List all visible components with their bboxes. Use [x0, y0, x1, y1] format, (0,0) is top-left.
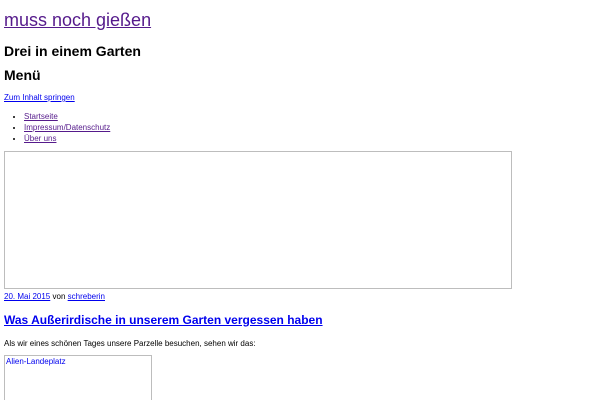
post-excerpt: Als wir eines schönen Tages unsere Parze… [4, 339, 256, 348]
header-image [4, 151, 512, 289]
author-link[interactable]: schreberin [68, 292, 105, 301]
menu-toggle[interactable]: Menü [4, 66, 41, 84]
site-title-link[interactable]: muss noch gießen [4, 10, 151, 30]
nav-link-impressum[interactable]: Impressum/Datenschutz [24, 123, 110, 132]
page: muss noch gießen Drei in einem Garten Me… [0, 0, 600, 400]
skip-to-content-link[interactable]: Zum Inhalt springen [4, 92, 75, 104]
entry-meta: 20. Mai 2015 von schreberin [4, 291, 105, 303]
post-title: Was Außerirdische in unserem Garten verg… [4, 311, 323, 329]
nav-menu: Startseite Impressum/Datenschutz Über un… [12, 111, 110, 144]
post-image-alt-text: Alien-Landeplatz [6, 357, 66, 366]
site-description: Drei in einem Garten [4, 43, 141, 59]
byline-label: von [52, 292, 66, 301]
nav-link-startseite[interactable]: Startseite [24, 112, 58, 121]
post-title-link[interactable]: Was Außerirdische in unserem Garten verg… [4, 313, 323, 327]
nav-item-ueber-uns: Über uns [24, 133, 110, 144]
site-title: muss noch gießen [4, 9, 151, 31]
post-image[interactable]: Alien-Landeplatz [4, 355, 152, 400]
nav-item-impressum: Impressum/Datenschutz [24, 122, 110, 133]
post-date-link[interactable]: 20. Mai 2015 [4, 292, 50, 301]
nav-item-startseite: Startseite [24, 111, 110, 122]
nav-link-ueber-uns[interactable]: Über uns [24, 134, 56, 143]
